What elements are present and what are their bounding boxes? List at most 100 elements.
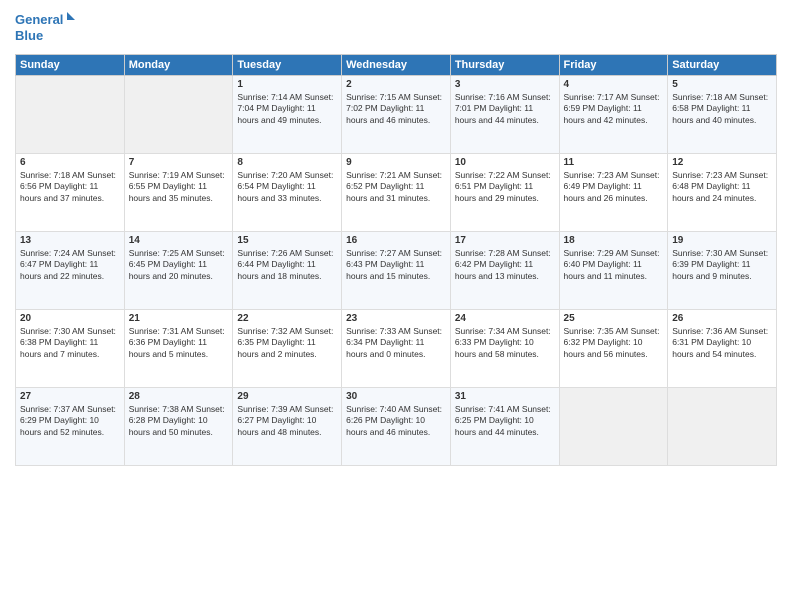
day-number: 17	[455, 235, 555, 246]
day-number: 13	[20, 235, 120, 246]
cell-content: Sunrise: 7:39 AM Sunset: 6:27 PM Dayligh…	[237, 404, 337, 438]
cell-content: Sunrise: 7:29 AM Sunset: 6:40 PM Dayligh…	[564, 248, 664, 282]
col-header-friday: Friday	[559, 55, 668, 76]
svg-text:General: General	[15, 12, 63, 27]
cell-w2d5: 18Sunrise: 7:29 AM Sunset: 6:40 PM Dayli…	[559, 232, 668, 310]
cell-content: Sunrise: 7:38 AM Sunset: 6:28 PM Dayligh…	[129, 404, 229, 438]
day-number: 10	[455, 157, 555, 168]
svg-text:Blue: Blue	[15, 28, 43, 43]
cell-w2d3: 16 Sunrise: 7:27 AM Sunset: 6:43 PM Dayli…	[342, 232, 451, 310]
day-number: 3	[455, 79, 555, 90]
cell-w4d1: 28 Sunrise: 7:38 AM Sunset: 6:28 PM Dayli…	[124, 388, 233, 466]
cell-w0d1	[124, 76, 233, 154]
day-number: 14	[129, 235, 229, 246]
cell-content: Sunrise: 7:25 AM Sunset: 6:45 PM Dayligh…	[129, 248, 229, 282]
cell-content: Sunrise: 7:26 AM Sunset: 6:44 PM Dayligh…	[237, 248, 337, 282]
day-number: 1	[237, 79, 337, 90]
cell-w4d2: 29 Sunrise: 7:39 AM Sunset: 6:27 PM Dayli…	[233, 388, 342, 466]
cell-w3d2: 22 Sunrise: 7:32 AM Sunset: 6:35 PM Dayli…	[233, 310, 342, 388]
day-number: 30	[346, 391, 446, 402]
cell-w0d0	[16, 76, 125, 154]
cell-content: Sunrise: 7:30 AM Sunset: 6:38 PM Dayligh…	[20, 326, 120, 360]
day-number: 24	[455, 313, 555, 324]
cell-content: Sunrise: 7:31 AM Sunset: 6:36 PM Dayligh…	[129, 326, 229, 360]
col-header-saturday: Saturday	[668, 55, 777, 76]
calendar-table: SundayMondayTuesdayWednesdayThursdayFrid…	[15, 54, 777, 466]
week-row-3: 13 Sunrise: 7:24 AM Sunset: 6:47 PM Dayli…	[16, 232, 777, 310]
day-number: 21	[129, 313, 229, 324]
cell-content: Sunrise: 7:20 AM Sunset: 6:54 PM Dayligh…	[237, 170, 337, 204]
day-number: 29	[237, 391, 337, 402]
cell-w1d6: 12Sunrise: 7:23 AM Sunset: 6:48 PM Dayli…	[668, 154, 777, 232]
cell-content: Sunrise: 7:23 AM Sunset: 6:49 PM Dayligh…	[564, 170, 664, 204]
day-number: 16	[346, 235, 446, 246]
cell-content: Sunrise: 7:41 AM Sunset: 6:25 PM Dayligh…	[455, 404, 555, 438]
cell-w3d1: 21 Sunrise: 7:31 AM Sunset: 6:36 PM Dayli…	[124, 310, 233, 388]
cell-w2d2: 15 Sunrise: 7:26 AM Sunset: 6:44 PM Dayli…	[233, 232, 342, 310]
cell-content: Sunrise: 7:22 AM Sunset: 6:51 PM Dayligh…	[455, 170, 555, 204]
week-row-4: 20 Sunrise: 7:30 AM Sunset: 6:38 PM Dayli…	[16, 310, 777, 388]
day-number: 4	[564, 79, 664, 90]
col-header-tuesday: Tuesday	[233, 55, 342, 76]
cell-w4d3: 30 Sunrise: 7:40 AM Sunset: 6:26 PM Dayli…	[342, 388, 451, 466]
day-number: 5	[672, 79, 772, 90]
logo-svg: General Blue	[15, 10, 75, 46]
day-number: 28	[129, 391, 229, 402]
cell-w0d5: 4Sunrise: 7:17 AM Sunset: 6:59 PM Daylig…	[559, 76, 668, 154]
day-number: 25	[564, 313, 664, 324]
header: General Blue	[15, 10, 777, 46]
day-number: 8	[237, 157, 337, 168]
day-number: 20	[20, 313, 120, 324]
day-number: 7	[129, 157, 229, 168]
cell-w2d0: 13 Sunrise: 7:24 AM Sunset: 6:47 PM Dayli…	[16, 232, 125, 310]
cell-w1d4: 10 Sunrise: 7:22 AM Sunset: 6:51 PM Dayli…	[450, 154, 559, 232]
cell-w1d0: 6 Sunrise: 7:18 AM Sunset: 6:56 PM Daylig…	[16, 154, 125, 232]
cell-content: Sunrise: 7:27 AM Sunset: 6:43 PM Dayligh…	[346, 248, 446, 282]
day-number: 26	[672, 313, 772, 324]
calendar-page: General Blue SundayMondayTuesdayWednesda…	[0, 0, 792, 612]
cell-content: Sunrise: 7:33 AM Sunset: 6:34 PM Dayligh…	[346, 326, 446, 360]
cell-w2d4: 17 Sunrise: 7:28 AM Sunset: 6:42 PM Dayli…	[450, 232, 559, 310]
day-number: 27	[20, 391, 120, 402]
cell-content: Sunrise: 7:30 AM Sunset: 6:39 PM Dayligh…	[672, 248, 772, 282]
logo: General Blue	[15, 10, 75, 46]
day-number: 6	[20, 157, 120, 168]
day-number: 12	[672, 157, 772, 168]
cell-w2d6: 19 Sunrise: 7:30 AM Sunset: 6:39 PM Dayli…	[668, 232, 777, 310]
col-header-sunday: Sunday	[16, 55, 125, 76]
header-row: SundayMondayTuesdayWednesdayThursdayFrid…	[16, 55, 777, 76]
cell-content: Sunrise: 7:32 AM Sunset: 6:35 PM Dayligh…	[237, 326, 337, 360]
col-header-thursday: Thursday	[450, 55, 559, 76]
cell-content: Sunrise: 7:36 AM Sunset: 6:31 PM Dayligh…	[672, 326, 772, 360]
cell-content: Sunrise: 7:21 AM Sunset: 6:52 PM Dayligh…	[346, 170, 446, 204]
day-number: 15	[237, 235, 337, 246]
cell-w3d6: 26 Sunrise: 7:36 AM Sunset: 6:31 PM Dayli…	[668, 310, 777, 388]
day-number: 11	[564, 157, 664, 168]
cell-w0d4: 3Sunrise: 7:16 AM Sunset: 7:01 PM Daylig…	[450, 76, 559, 154]
cell-content: Sunrise: 7:24 AM Sunset: 6:47 PM Dayligh…	[20, 248, 120, 282]
cell-content: Sunrise: 7:35 AM Sunset: 6:32 PM Dayligh…	[564, 326, 664, 360]
cell-w4d6	[668, 388, 777, 466]
day-number: 22	[237, 313, 337, 324]
cell-w1d5: 11 Sunrise: 7:23 AM Sunset: 6:49 PM Dayli…	[559, 154, 668, 232]
cell-w0d2: 1 Sunrise: 7:14 AM Sunset: 7:04 PM Daylig…	[233, 76, 342, 154]
cell-w1d1: 7Sunrise: 7:19 AM Sunset: 6:55 PM Daylig…	[124, 154, 233, 232]
col-header-monday: Monday	[124, 55, 233, 76]
cell-w4d4: 31Sunrise: 7:41 AM Sunset: 6:25 PM Dayli…	[450, 388, 559, 466]
cell-content: Sunrise: 7:37 AM Sunset: 6:29 PM Dayligh…	[20, 404, 120, 438]
cell-w2d1: 14 Sunrise: 7:25 AM Sunset: 6:45 PM Dayli…	[124, 232, 233, 310]
cell-content: Sunrise: 7:14 AM Sunset: 7:04 PM Dayligh…	[237, 92, 337, 126]
cell-content: Sunrise: 7:18 AM Sunset: 6:56 PM Dayligh…	[20, 170, 120, 204]
cell-w1d3: 9 Sunrise: 7:21 AM Sunset: 6:52 PM Daylig…	[342, 154, 451, 232]
cell-content: Sunrise: 7:28 AM Sunset: 6:42 PM Dayligh…	[455, 248, 555, 282]
cell-w4d0: 27 Sunrise: 7:37 AM Sunset: 6:29 PM Dayli…	[16, 388, 125, 466]
day-number: 23	[346, 313, 446, 324]
cell-w3d3: 23 Sunrise: 7:33 AM Sunset: 6:34 PM Dayli…	[342, 310, 451, 388]
day-number: 19	[672, 235, 772, 246]
cell-w3d5: 25 Sunrise: 7:35 AM Sunset: 6:32 PM Dayli…	[559, 310, 668, 388]
day-number: 2	[346, 79, 446, 90]
cell-w4d5	[559, 388, 668, 466]
cell-content: Sunrise: 7:40 AM Sunset: 6:26 PM Dayligh…	[346, 404, 446, 438]
cell-w0d6: 5Sunrise: 7:18 AM Sunset: 6:58 PM Daylig…	[668, 76, 777, 154]
day-number: 9	[346, 157, 446, 168]
